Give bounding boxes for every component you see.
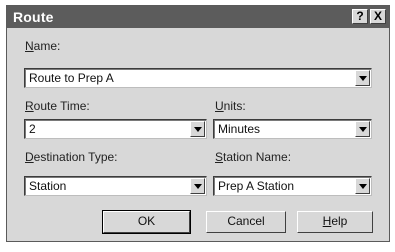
name-dropdown-arrow-icon[interactable] [355, 70, 370, 86]
destination-type-combobox[interactable]: Station [24, 176, 207, 196]
units-label: Units: [215, 99, 246, 113]
units-dropdown-arrow-icon[interactable] [355, 121, 370, 137]
units-combobox[interactable]: Minutes [213, 119, 372, 139]
station-name-dropdown-arrow-icon[interactable] [355, 178, 370, 194]
route-time-value: 2 [29, 122, 36, 136]
ok-button[interactable]: OK [102, 210, 191, 234]
units-value: Minutes [218, 122, 261, 136]
close-button[interactable]: X [370, 9, 386, 24]
name-label: Name: [25, 39, 61, 53]
dialog-title: Route [13, 9, 54, 25]
route-time-label: Route Time: [25, 99, 90, 113]
station-name-combobox[interactable]: Prep A Station [213, 176, 372, 196]
name-value: Route to Prep A [29, 71, 114, 85]
destination-type-dropdown-arrow-icon[interactable] [190, 178, 205, 194]
station-name-value: Prep A Station [218, 179, 295, 193]
destination-type-value: Station [29, 179, 67, 193]
help-button[interactable]: Help [297, 211, 373, 233]
station-name-label: Station Name: [215, 150, 292, 164]
cancel-button[interactable]: Cancel [206, 211, 286, 233]
route-time-combobox[interactable]: 2 [24, 119, 207, 139]
destination-type-label: Destination Type: [25, 150, 118, 164]
route-time-dropdown-arrow-icon[interactable] [190, 121, 205, 137]
route-dialog: Route ? X Name: Route to Prep A Route Ti… [6, 5, 390, 242]
title-bar: Route ? X [7, 6, 389, 28]
name-combobox[interactable]: Route to Prep A [24, 68, 372, 88]
help-question-button[interactable]: ? [352, 9, 368, 24]
